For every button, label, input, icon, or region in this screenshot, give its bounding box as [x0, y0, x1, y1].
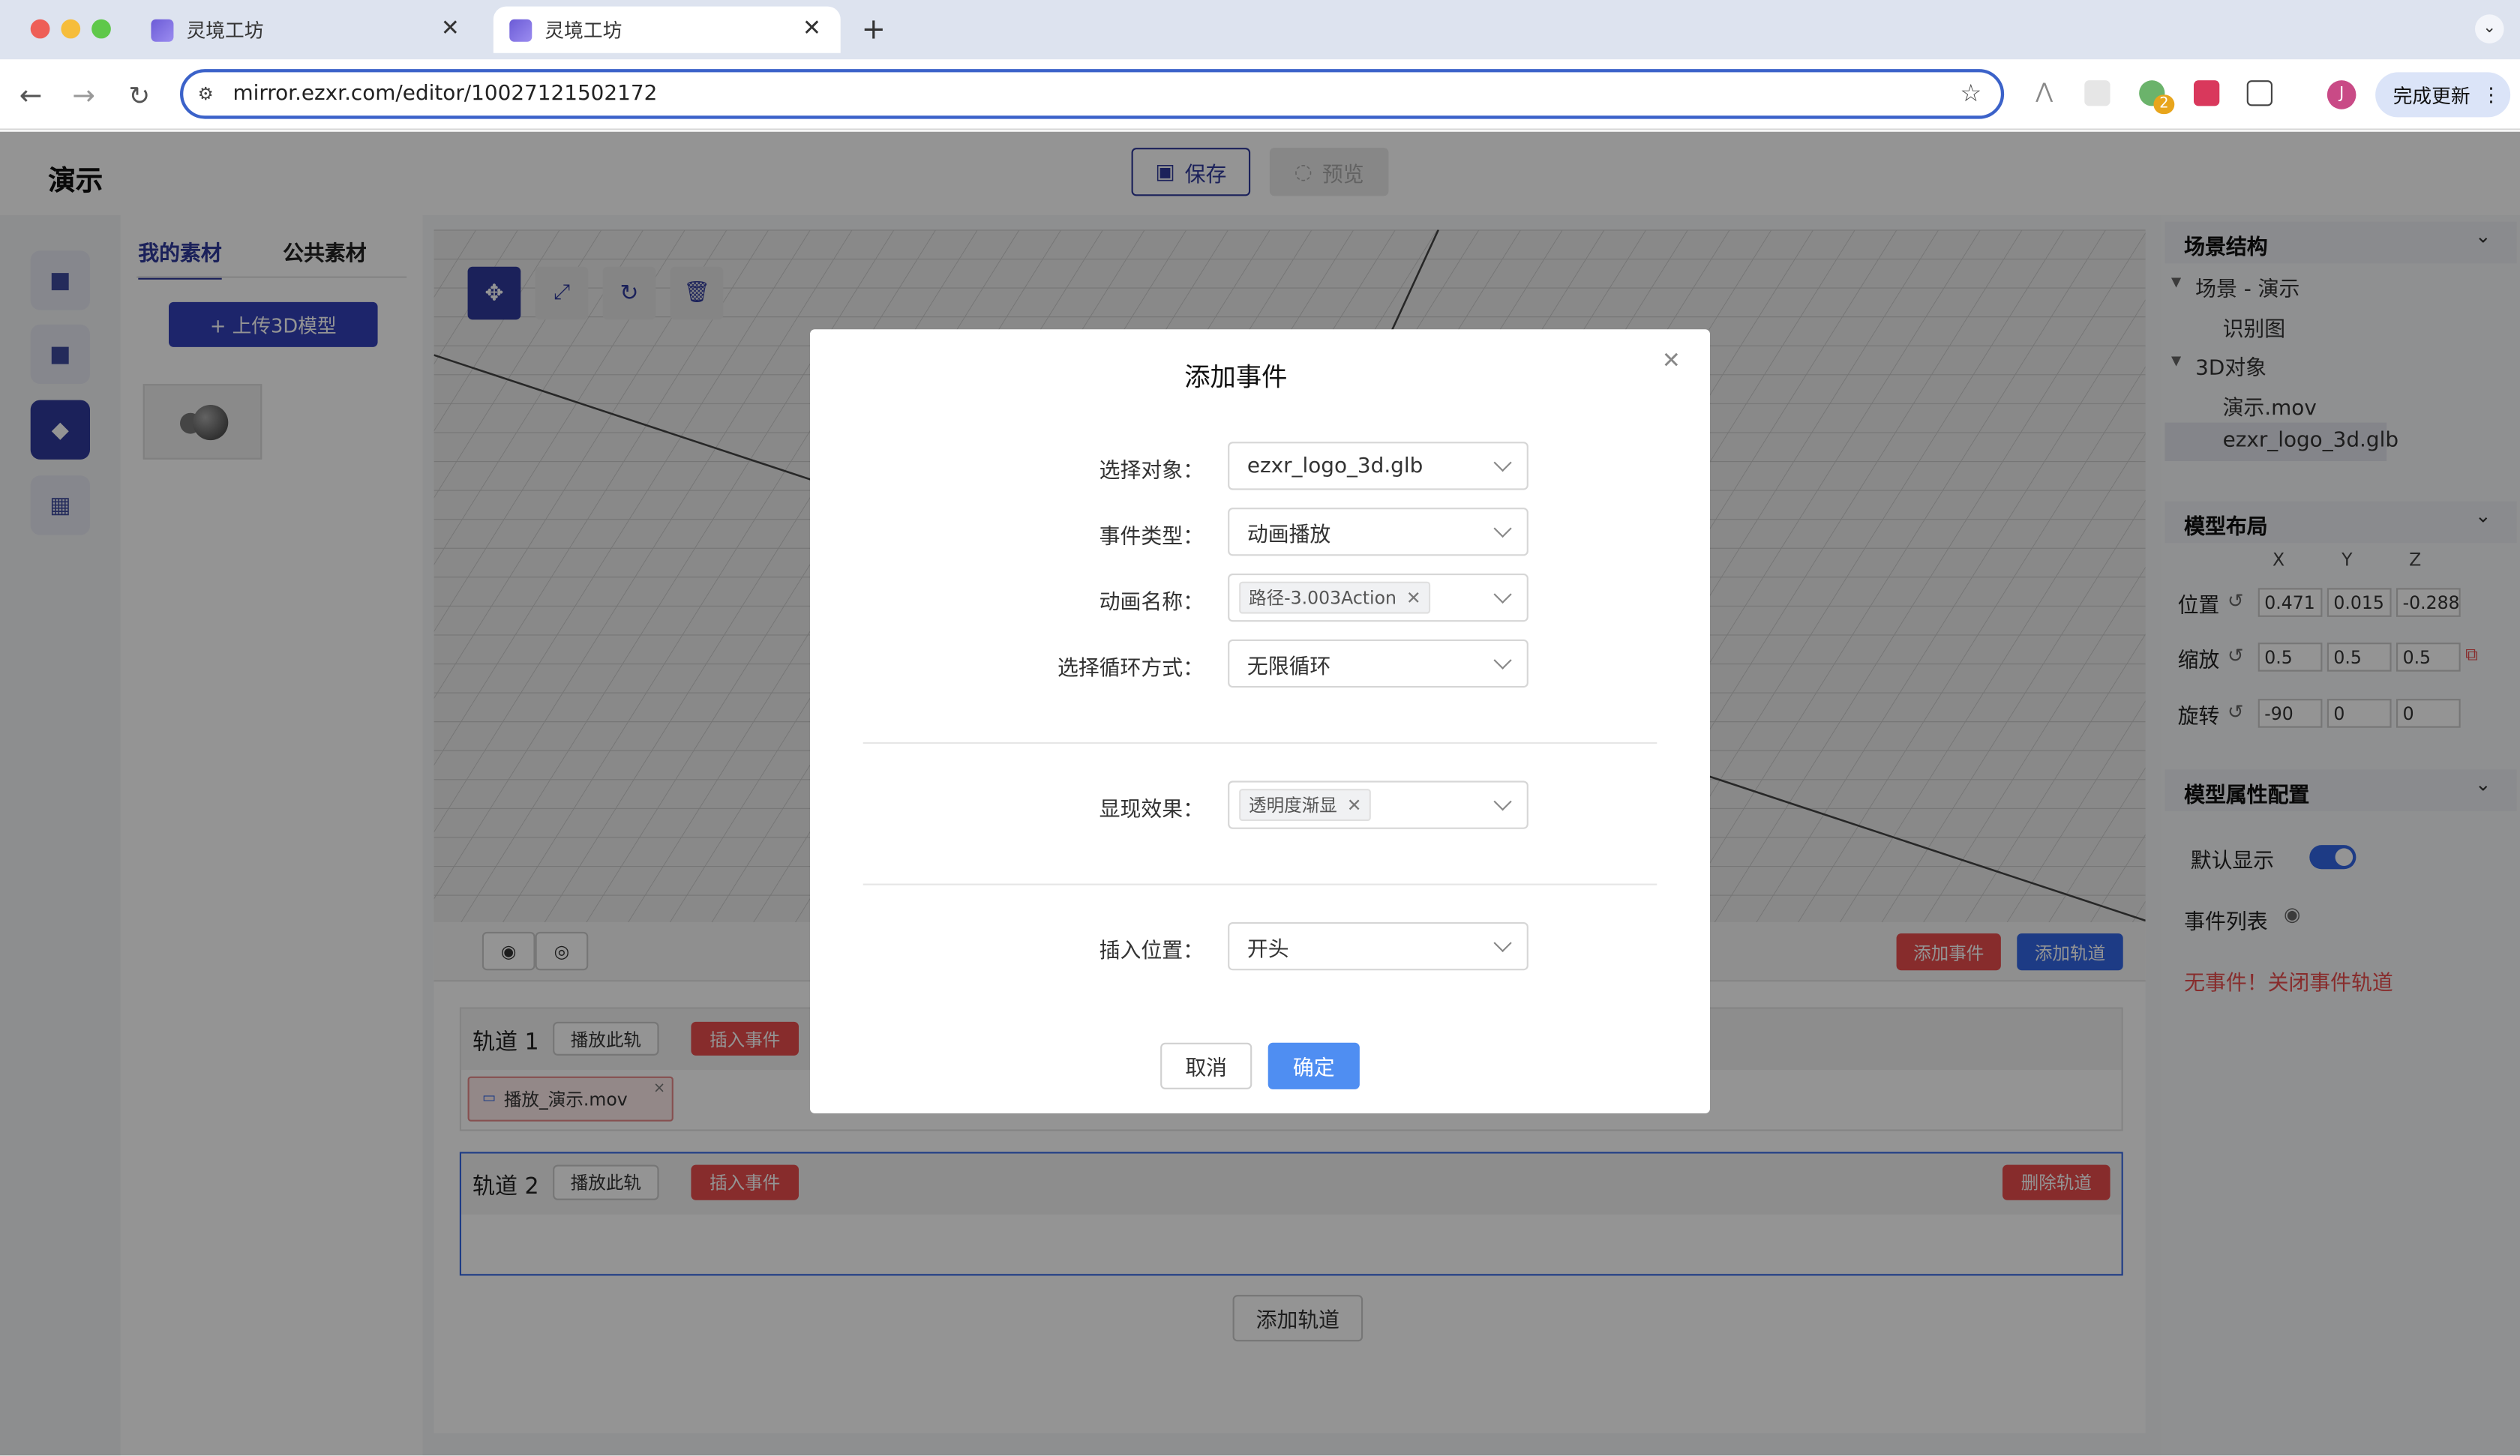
cancel-button[interactable]: 取消: [1160, 1042, 1252, 1089]
chevron-down-icon: [1493, 454, 1512, 472]
site-info-icon[interactable]: ⚙: [198, 83, 214, 104]
remove-tag-icon[interactable]: ✕: [1347, 795, 1362, 816]
update-button[interactable]: 完成更新 ⋮: [2375, 72, 2511, 118]
chevron-down-icon: [1493, 651, 1512, 670]
appear-effect-select[interactable]: 透明度渐显 ✕: [1228, 780, 1528, 829]
update-button-label: 完成更新: [2392, 84, 2470, 107]
select-object-value: ezxr_logo_3d.glb: [1246, 454, 1424, 478]
maximize-window-button[interactable]: [92, 19, 111, 39]
chevron-down-icon: [1493, 519, 1512, 538]
animation-name-select[interactable]: 路径-3.003Action ✕: [1228, 574, 1528, 622]
browser-tab-2[interactable]: 灵境工坊 ✕: [493, 6, 841, 53]
event-type-value: 动画播放: [1246, 523, 1331, 547]
profile-avatar[interactable]: J: [2326, 80, 2356, 109]
event-type-label: 事件类型：: [1099, 525, 1204, 550]
select-object-label: 选择对象：: [1099, 459, 1204, 484]
tab-title: 灵境工坊: [186, 19, 264, 42]
extensions-puzzle-icon[interactable]: [2246, 80, 2272, 106]
chevron-down-icon: [1493, 933, 1512, 952]
event-type-dropdown[interactable]: 动画播放: [1228, 508, 1528, 556]
tab-search-icon[interactable]: ⌄: [2475, 14, 2504, 43]
loop-mode-value: 无限循环: [1246, 655, 1331, 679]
chevron-down-icon: [1493, 585, 1512, 604]
browser-tab-1[interactable]: 灵境工坊 ✕: [135, 7, 479, 53]
chevron-down-icon: [1493, 792, 1512, 811]
effect-tag-label: 透明度渐显: [1249, 795, 1337, 816]
menu-dots-icon[interactable]: ⋮: [2482, 83, 2501, 106]
remove-tag-icon[interactable]: ✕: [1406, 587, 1421, 608]
reload-icon[interactable]: ↻: [128, 80, 150, 111]
appear-effect-label: 显现效果：: [1099, 798, 1204, 823]
loop-mode-label: 选择循环方式：: [1057, 657, 1204, 682]
select-object-dropdown[interactable]: ezxr_logo_3d.glb: [1228, 442, 1528, 490]
url-text: mirror.ezxr.com/editor/10027121502172: [232, 82, 658, 106]
insert-position-value: 开头: [1246, 937, 1289, 962]
new-tab-icon[interactable]: +: [862, 13, 886, 46]
close-tab-icon[interactable]: ✕: [802, 16, 821, 41]
forward-icon[interactable]: →: [72, 80, 95, 112]
dialog-title: 添加事件: [1184, 361, 1288, 392]
address-bar[interactable]: ⚙ mirror.ezxr.com/editor/10027121502172 …: [180, 69, 2005, 119]
confirm-button[interactable]: 确定: [1268, 1042, 1360, 1089]
extension-translate-icon[interactable]: [2194, 80, 2220, 106]
close-icon[interactable]: ✕: [1662, 349, 1681, 374]
divider: [862, 883, 1658, 885]
add-event-dialog: 添加事件 ✕ 选择对象： ezxr_logo_3d.glb 事件类型： 动画播放…: [810, 329, 1710, 1114]
loop-mode-dropdown[interactable]: 无限循环: [1228, 639, 1528, 688]
divider: [862, 741, 1658, 744]
insert-position-dropdown[interactable]: 开头: [1228, 922, 1528, 971]
animation-tag: 路径-3.003Action ✕: [1239, 581, 1431, 614]
close-window-button[interactable]: [30, 19, 50, 39]
extension-a-icon[interactable]: ⋀: [2032, 80, 2057, 106]
minimize-window-button[interactable]: [61, 19, 81, 39]
animation-tag-label: 路径-3.003Action: [1249, 588, 1396, 610]
close-tab-icon[interactable]: ✕: [441, 16, 460, 41]
animation-name-label: 动画名称：: [1099, 591, 1204, 616]
bookmark-star-icon[interactable]: ☆: [1960, 79, 1982, 108]
insert-position-label: 插入位置：: [1099, 939, 1204, 964]
effect-tag: 透明度渐显 ✕: [1239, 789, 1372, 821]
tab-title: 灵境工坊: [544, 19, 622, 42]
app-favicon-icon: [509, 18, 532, 41]
extension-folder-icon[interactable]: [2084, 80, 2110, 106]
back-icon[interactable]: ←: [20, 80, 43, 112]
extension-badge: 2: [2153, 94, 2175, 115]
app-favicon-icon: [151, 18, 174, 41]
